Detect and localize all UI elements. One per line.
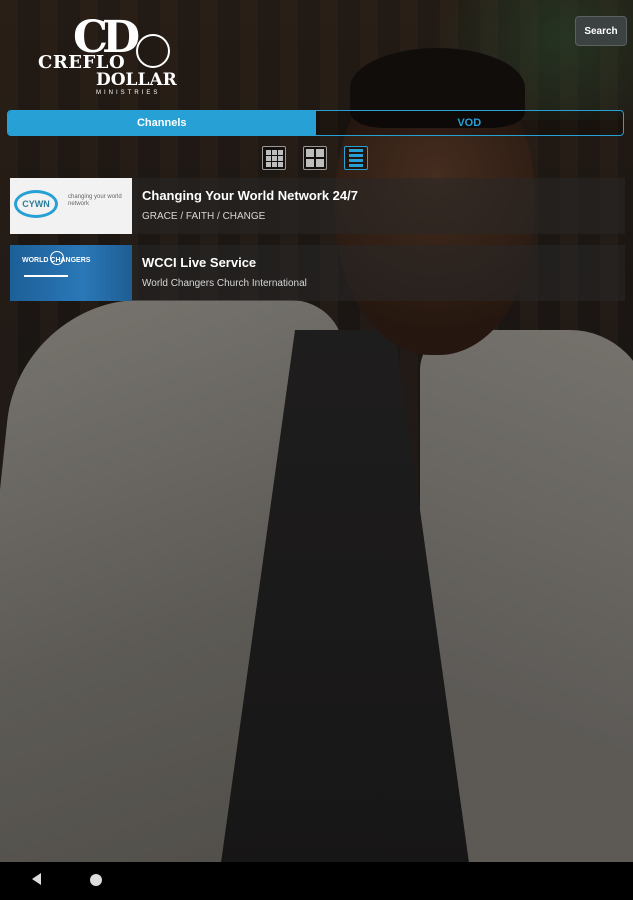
channel-thumbnail: CYWN changing your world network bbox=[10, 178, 132, 234]
view-toggle-group bbox=[262, 146, 368, 172]
channel-row-cywn[interactable]: CYWN changing your world network Changin… bbox=[10, 178, 625, 234]
channel-subtitle: World Changers Church International bbox=[142, 278, 307, 289]
logo-line-dollar: DOLLAR bbox=[96, 70, 177, 90]
channel-row-wcci[interactable]: WORLD CHANGERS WCCI Live Service World C… bbox=[10, 245, 625, 301]
back-icon[interactable] bbox=[32, 873, 41, 885]
list-icon bbox=[349, 149, 363, 167]
cywn-logo-icon: CYWN bbox=[14, 190, 58, 218]
channel-subtitle: GRACE / FAITH / CHANGE bbox=[142, 211, 266, 222]
thumbnail-text: changing your world network bbox=[68, 194, 122, 207]
tab-channels[interactable]: Channels bbox=[8, 111, 316, 135]
grid-4-view-button[interactable] bbox=[303, 146, 327, 170]
system-nav-bar bbox=[0, 862, 633, 900]
ministry-logo: CD CREFLO DOLLAR MINISTRIES bbox=[38, 12, 183, 96]
grid-9-icon bbox=[265, 149, 283, 167]
channel-title: WCCI Live Service bbox=[142, 255, 257, 270]
grid-9-view-button[interactable] bbox=[262, 146, 286, 170]
search-button[interactable]: Search bbox=[575, 16, 627, 46]
list-view-button[interactable] bbox=[344, 146, 368, 170]
thumbnail-divider bbox=[24, 275, 68, 277]
channel-title: Changing Your World Network 24/7 bbox=[142, 188, 358, 203]
tab-vod[interactable]: VOD bbox=[315, 111, 623, 135]
channel-thumbnail: WORLD CHANGERS bbox=[10, 245, 132, 301]
tab-bar: Channels VOD bbox=[7, 110, 624, 136]
grid-4-icon bbox=[306, 149, 324, 167]
home-icon[interactable] bbox=[90, 874, 102, 886]
logo-line-ministries: MINISTRIES bbox=[96, 90, 161, 96]
globe-icon bbox=[136, 34, 170, 68]
globe-icon bbox=[50, 251, 64, 265]
